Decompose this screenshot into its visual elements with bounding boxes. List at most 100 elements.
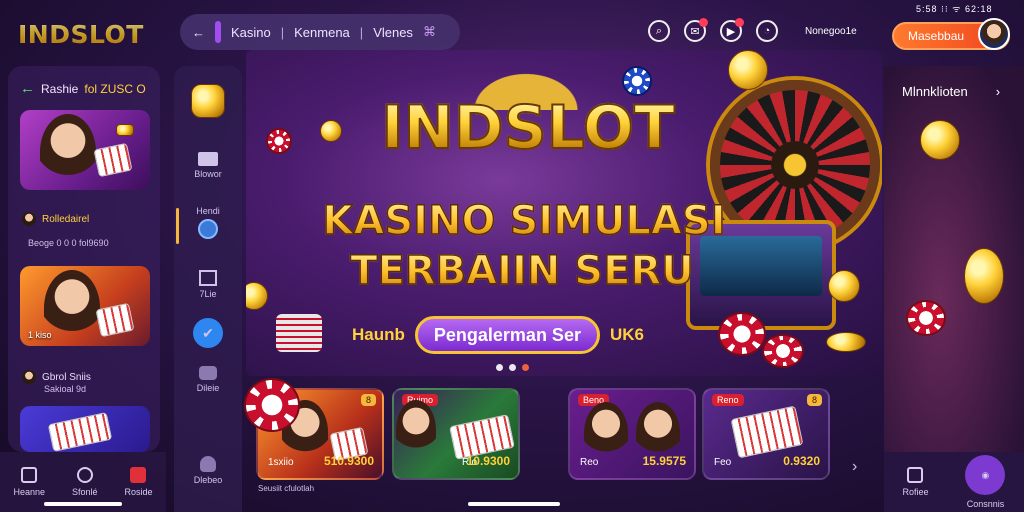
brand-logo[interactable]: INDSLOT <box>18 20 144 49</box>
rail-item-slots[interactable]: 7Lie <box>174 270 242 299</box>
nav-label: Heanne <box>13 487 46 497</box>
dealer-image <box>44 270 100 346</box>
nav-item-games[interactable]: Sfonlé <box>72 467 98 497</box>
user-avatar[interactable] <box>978 18 1010 50</box>
nav-item-rewards[interactable]: Roside <box>124 467 153 497</box>
player-sub: Beoge 0 0 0 fol9690 <box>28 238 109 248</box>
badge-dot <box>699 18 708 27</box>
chevron-right-icon[interactable]: › <box>996 84 1000 99</box>
hero-subtitle: TERBAIIN SERU <box>332 247 712 295</box>
right-panel-header[interactable]: Mlnnklioten › <box>902 84 1000 99</box>
dealer-image <box>40 114 96 190</box>
game-card[interactable]: Beno Reo 15.9575 <box>568 388 696 480</box>
home-indicator <box>468 502 560 506</box>
rail-label: Blowor <box>194 169 222 179</box>
nav-item-home[interactable]: Rofiee <box>902 467 929 497</box>
gift-icon <box>130 467 147 483</box>
chip-icon <box>622 66 652 96</box>
chevron-right-icon[interactable]: › <box>852 458 857 476</box>
nav-item-profile[interactable]: ◉ Consnnis <box>965 455 1006 509</box>
avatar <box>22 212 36 226</box>
coin-icon <box>320 120 342 142</box>
rail-item-chat[interactable]: ✔ <box>174 318 242 348</box>
play-icon[interactable]: ▶ <box>720 18 744 42</box>
game-card[interactable]: Reno 8 Feo 0.9320 <box>702 388 830 480</box>
rail-item-dice[interactable]: Dileie <box>174 366 242 393</box>
nav-item-home[interactable]: Heanne <box>13 467 45 497</box>
left-panel-title: Rashie <box>41 81 79 96</box>
rail-item-cards[interactable]: Blowor <box>174 152 242 179</box>
carousel-dot[interactable] <box>496 364 503 371</box>
status-bar: 5:58 ⁝⁝ ᯤ 62:18 <box>916 4 993 14</box>
coin-icon <box>964 248 1004 304</box>
game-badge: 8 <box>360 394 376 406</box>
carousel-dot-active[interactable] <box>522 364 529 371</box>
carousel-dot[interactable] <box>509 364 516 371</box>
player-row[interactable]: Gbrol Sniis <box>22 370 91 384</box>
promo-card[interactable]: 1 kiso <box>20 266 150 346</box>
promo-card[interactable] <box>20 110 150 190</box>
grid-icon <box>21 467 38 483</box>
rail-label: Hendi <box>196 206 220 216</box>
user-icon <box>200 456 216 472</box>
rail-item-profile[interactable]: Dlebeo <box>174 456 242 485</box>
game-value: 10.9300 <box>466 454 510 468</box>
cta-suffix: UK6 <box>609 325 644 344</box>
nav-link-vlenes[interactable]: Vlenes <box>373 25 413 40</box>
home-icon <box>907 467 924 483</box>
coin-icon <box>116 124 134 136</box>
game-name: Feo <box>714 457 732 468</box>
cta-button[interactable]: Pengalerman Ser <box>414 316 600 354</box>
search-icon[interactable]: ⌕ <box>648 20 670 42</box>
pin-icon[interactable]: ⌘ <box>423 24 436 40</box>
left-panel-highlight: fol ZUSC O <box>84 81 146 96</box>
nav-label: Rofiee <box>902 487 929 497</box>
game-value: 510.9300 <box>323 454 374 468</box>
rail-item-jackpot[interactable] <box>174 84 242 118</box>
hero-cta-row: Haunb Pengalerman Ser UK6 <box>352 316 644 354</box>
chip-icon <box>266 128 292 154</box>
dice-icon <box>199 366 217 380</box>
coin-icon <box>826 332 866 352</box>
back-arrow-icon[interactable]: ← <box>192 25 205 40</box>
pot-icon <box>191 84 225 118</box>
promo-card[interactable] <box>20 406 150 452</box>
avatar <box>22 370 36 384</box>
nav-link-kasino[interactable]: Kasino <box>231 25 271 40</box>
game-badge: 8 <box>806 394 822 406</box>
spin-icon <box>198 219 218 239</box>
rail-label: Dlebeo <box>193 475 223 485</box>
chip-icon <box>244 378 300 432</box>
player-name: Gbrol Sniis <box>42 371 91 383</box>
nav-link-kenmena[interactable]: Kenmena <box>294 25 350 40</box>
hero-subtitle: KASINO SIMULASI <box>304 197 744 245</box>
cards-icon <box>47 412 113 452</box>
coin-icon <box>828 270 860 302</box>
chip-icon <box>718 312 766 356</box>
slot-icon <box>199 270 217 286</box>
rail-label: Dileie <box>196 383 220 393</box>
back-arrow-icon[interactable]: ← <box>20 80 35 97</box>
game-value: 15.9575 <box>642 454 686 468</box>
game-value: 0.9320 <box>783 454 820 468</box>
left-panel-header[interactable]: ← Rashie fol ZUSC O <box>20 80 146 97</box>
player-sub: Sakioal 9d <box>44 384 87 394</box>
rail-item-spin[interactable]: Hendi <box>174 206 242 239</box>
hero-title: INDSLOT <box>358 97 698 159</box>
top-nav-pill: ← Kasino | Kenmena | Vlenes ⌘ <box>180 14 460 50</box>
badge-dot <box>735 18 744 27</box>
dealer-image <box>584 402 628 464</box>
hero-banner[interactable]: INDSLOT KASINO SIMULASI TERBAIIN SERU Ha… <box>246 50 882 376</box>
notifications-icon[interactable]: ✉ <box>684 18 708 42</box>
cards-icon <box>93 142 133 178</box>
right-panel-title: Mlnnklioten <box>902 84 968 99</box>
clock-icon[interactable]: ◔ <box>756 20 778 42</box>
profile-icon: ◉ <box>965 455 1006 495</box>
player-row[interactable]: Rolledairel <box>22 212 89 226</box>
chip-stack-icon <box>276 314 322 352</box>
game-card[interactable]: Ruimo Rio 10.9300 <box>392 388 520 480</box>
card-label: 1 kiso <box>28 330 52 340</box>
carousel-dots <box>496 364 529 371</box>
account-label[interactable]: Nonegoo1e <box>805 26 857 37</box>
right-panel <box>884 66 1024 452</box>
